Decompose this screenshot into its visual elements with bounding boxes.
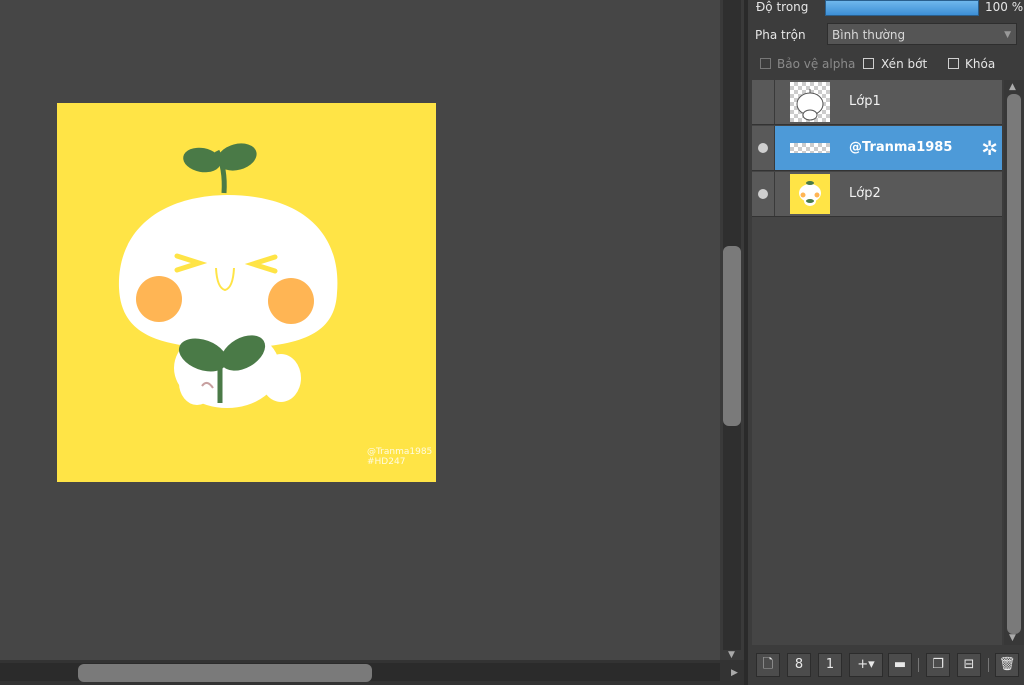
scroll-down-icon[interactable]: ▼ [1009,633,1016,643]
layer-name: @Tranma1985 [849,140,953,155]
clipping-checkbox[interactable] [863,58,874,69]
protect-alpha-checkbox[interactable] [760,58,771,69]
layer-row-lop1[interactable]: Lớp1 [752,80,1002,125]
layer-panel: Độ trong 100 % Pha trộn Bình thường ▼ Bả… [748,0,1024,685]
add-layer-dropdown-icon: +▾ [857,657,875,672]
layer-thumbnail-image [796,89,824,121]
eye-dot-icon [758,189,768,199]
layer-toolbar: 🗋 8 1 +▾ ▬ ❐ ⊟ 🗑 [748,648,1024,685]
canvas-hscroll-thumb[interactable] [78,664,372,682]
canvas-area[interactable]: @Tranma1985 #HD247 [0,0,720,660]
layer-name: Lớp1 [849,94,881,109]
blend-mode-label: Pha trộn [755,28,806,42]
eye-dot-icon [758,143,768,153]
new-1bit-layer-icon: 1 [825,657,835,672]
duplicate-layer-button[interactable]: ❐ [926,653,950,677]
lock-label: Khóa [965,57,996,71]
canvas-vertical-scrollbar[interactable]: ▼ [720,0,744,660]
delete-layer-button[interactable]: 🗑 [995,653,1019,677]
scroll-up-icon[interactable]: ▲ [1009,82,1016,92]
blend-mode-value: Bình thường [832,28,906,42]
scroll-right-icon[interactable]: ▶ [731,668,738,678]
clipping-label: Xén bớt [881,57,928,71]
layer-thumbnail-image [790,143,830,153]
gear-icon[interactable]: ✲ [981,137,998,159]
protect-alpha-label: Bảo vệ alpha [777,57,856,71]
new-layer-button[interactable]: 🗋 [756,653,780,677]
opacity-label: Độ trong [756,0,809,14]
layer-list-scrollbar[interactable]: ▲ ▼ [1004,80,1024,645]
merge-down-icon: ⊟ [963,657,975,672]
layer-thumbnail-image [799,181,821,206]
layer-thumbnail [790,82,830,122]
blend-mode-select[interactable]: Bình thường ▼ [827,23,1017,45]
mascot-illustration [118,143,338,408]
chevron-down-icon: ▼ [1004,30,1011,40]
watermark-line1: @Tranma1985 [367,447,433,457]
lock-checkbox[interactable] [948,58,959,69]
toolbar-separator [988,658,989,672]
layer-row-tranma1985[interactable]: @Tranma1985 ✲ [752,126,1002,171]
layer-list[interactable]: Lớp1 @Tranma1985 ✲ Lớp2 [752,80,1002,645]
merge-down-button[interactable]: ⊟ [957,653,981,677]
opacity-value: 100 % [985,0,1024,14]
duplicate-icon: ❐ [932,657,944,672]
folder-icon: ▬ [893,657,907,672]
new-1bit-layer-button[interactable]: 1 [818,653,842,677]
layer-name: Lớp2 [849,186,881,201]
scroll-down-icon[interactable]: ▼ [728,650,735,660]
visibility-toggle[interactable] [752,80,775,124]
artwork-canvas[interactable]: @Tranma1985 #HD247 [57,103,436,482]
watermark-line2: #HD247 [367,457,406,467]
layer-row-lop2[interactable]: Lớp2 [752,172,1002,217]
new-raster-layer-icon: 8 [794,657,804,672]
new-folder-button[interactable]: ▬ [888,653,912,677]
visibility-toggle[interactable] [752,172,775,216]
visibility-toggle[interactable] [752,126,775,170]
canvas-horizontal-scrollbar[interactable]: ▶ [0,660,744,685]
new-layer-icon: 🗋 [762,657,774,672]
add-layer-dropdown-button[interactable]: +▾ [849,653,883,677]
layer-list-scroll-thumb[interactable] [1007,94,1021,634]
layer-thumbnail [790,174,830,214]
canvas-vscroll-thumb[interactable] [723,246,741,426]
trash-icon: 🗑 [998,657,1016,672]
layer-thumbnail [790,128,830,168]
new-raster-layer-button[interactable]: 8 [787,653,811,677]
opacity-slider[interactable] [825,0,979,16]
toolbar-separator [918,658,919,672]
